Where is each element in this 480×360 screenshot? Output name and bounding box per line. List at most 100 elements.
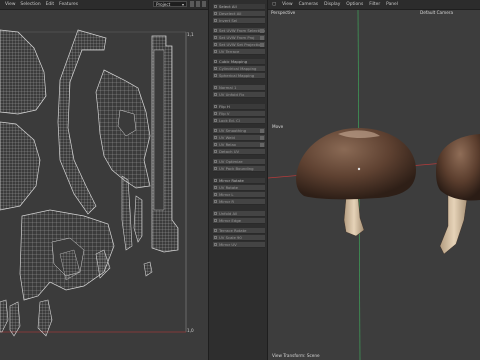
tool-row[interactable]: Set UVW Set Projection bbox=[213, 42, 265, 48]
viewport-3d[interactable]: Perspective Default Camera Move View Tra… bbox=[268, 10, 480, 360]
tool-row[interactable]: Unfold All bbox=[213, 211, 265, 217]
uv-corner-label-bottom: 1,0 bbox=[187, 328, 194, 333]
tool-row[interactable]: Flip H bbox=[213, 104, 265, 110]
grid-icon[interactable] bbox=[196, 1, 200, 7]
tool-row[interactable]: Select All bbox=[213, 4, 265, 10]
uv-island[interactable] bbox=[95, 69, 151, 189]
action-icon bbox=[260, 36, 264, 40]
tool-row[interactable]: Mirror Rotate bbox=[213, 178, 265, 184]
perspective-label: Perspective bbox=[271, 10, 296, 15]
checkbox-icon bbox=[214, 136, 217, 139]
tool-row[interactable]: Cylindrical Mapping bbox=[213, 66, 265, 72]
vp-menu-filter[interactable]: Filter bbox=[369, 2, 380, 7]
mushroom-model[interactable] bbox=[436, 134, 480, 255]
uv-island[interactable] bbox=[9, 301, 21, 337]
checkbox-icon bbox=[214, 179, 217, 182]
tool-row[interactable]: Mirror Edge bbox=[213, 218, 265, 224]
checkbox-icon bbox=[214, 236, 217, 239]
uv-mode-select[interactable]: Project ▾ bbox=[153, 1, 187, 7]
tool-row[interactable]: Normal 1 bbox=[213, 85, 265, 91]
tool-row[interactable]: UV Pack Bounding bbox=[213, 166, 265, 172]
uv-menu-features[interactable]: Features bbox=[59, 2, 78, 7]
tool-row[interactable]: UV Unfold Fix bbox=[213, 92, 265, 98]
uv-menu-view[interactable]: View bbox=[5, 2, 15, 7]
uv-island[interactable] bbox=[37, 299, 53, 337]
checkbox-icon bbox=[214, 219, 217, 222]
checkbox-icon bbox=[214, 19, 217, 22]
tool-row[interactable]: Flip V bbox=[213, 111, 265, 117]
viewport-menubar: ▢ View Cameras Display Options Filter Pa… bbox=[268, 0, 480, 10]
checkbox-icon bbox=[214, 29, 217, 32]
chevron-down-icon: ▾ bbox=[181, 2, 184, 7]
tool-row[interactable]: Detach UV bbox=[213, 149, 265, 155]
checkbox-icon bbox=[214, 243, 217, 246]
uv-island[interactable] bbox=[0, 121, 41, 211]
action-icon bbox=[260, 43, 264, 47]
tool-row[interactable]: Terrace Rotate bbox=[213, 228, 265, 234]
checkbox-icon bbox=[214, 43, 217, 46]
checkbox-icon bbox=[214, 36, 217, 39]
checkbox-icon bbox=[214, 150, 217, 153]
uv-island[interactable] bbox=[133, 195, 143, 243]
tool-row[interactable]: UV Terrace bbox=[213, 49, 265, 55]
checkbox-icon bbox=[214, 193, 217, 196]
uv-island[interactable] bbox=[121, 175, 133, 251]
tool-row[interactable]: Mirror UV bbox=[213, 242, 265, 248]
vp-menu-cameras[interactable]: Cameras bbox=[299, 2, 319, 7]
uv-island[interactable] bbox=[143, 261, 153, 277]
camera-label[interactable]: Default Camera bbox=[420, 10, 453, 15]
uv-layout-canvas bbox=[0, 29, 187, 337]
tool-row[interactable]: Cubic Mapping bbox=[213, 59, 265, 65]
tool-row[interactable]: Invert Sel bbox=[213, 18, 265, 24]
uv-island[interactable] bbox=[0, 299, 9, 333]
checkbox-icon bbox=[214, 129, 217, 132]
tool-row[interactable]: UV Weld bbox=[213, 135, 265, 141]
vp-menu-view[interactable]: View bbox=[282, 2, 292, 7]
status-text: View Transform: Scene bbox=[272, 353, 320, 358]
checkbox-icon bbox=[214, 212, 217, 215]
uv-toolbar bbox=[190, 1, 208, 8]
vp-menu-display[interactable]: Display bbox=[324, 2, 340, 7]
tool-row[interactable]: Set UVW From Selection bbox=[213, 28, 265, 34]
vp-menu-options[interactable]: Options bbox=[346, 2, 363, 7]
uv-editor-view[interactable]: 1,1 1,0 bbox=[0, 10, 208, 360]
uv-corner-label-top: 1,1 bbox=[187, 32, 194, 37]
checkbox-icon bbox=[214, 86, 217, 89]
vp-camera-icon[interactable]: ▢ bbox=[272, 2, 276, 7]
mushroom-model[interactable] bbox=[296, 128, 416, 237]
tool-row[interactable]: UV Scale 90 bbox=[213, 235, 265, 241]
uv-menu-selection[interactable]: Selection bbox=[20, 2, 40, 7]
checkbox-icon bbox=[214, 12, 217, 15]
tool-row[interactable]: UV Optimize bbox=[213, 159, 265, 165]
vp-menu-panel[interactable]: Panel bbox=[386, 2, 398, 7]
tool-row[interactable]: Set UVW From Proj bbox=[213, 35, 265, 41]
action-icon bbox=[260, 136, 264, 140]
uv-island[interactable] bbox=[151, 35, 179, 253]
tool-label: Move bbox=[272, 124, 284, 129]
tool-row[interactable]: UV Smoothing bbox=[213, 128, 265, 134]
checkbox-icon bbox=[214, 50, 217, 53]
action-icon bbox=[260, 129, 264, 133]
tool-row[interactable]: Lock Ed. Cl bbox=[213, 118, 265, 124]
tool-row[interactable]: Deselect All bbox=[213, 11, 265, 17]
checkbox-icon bbox=[214, 143, 217, 146]
tool-row[interactable]: Mirror R bbox=[213, 199, 265, 205]
checkbox-icon bbox=[214, 74, 217, 77]
lock-icon[interactable] bbox=[190, 1, 194, 7]
uv-menu-edit[interactable]: Edit bbox=[46, 2, 55, 7]
tool-row[interactable]: Spherical Mapping bbox=[213, 73, 265, 79]
move-gizmo[interactable] bbox=[357, 167, 361, 171]
tool-row[interactable]: UV Relax bbox=[213, 142, 265, 148]
checkbox-icon bbox=[214, 105, 217, 108]
uv-island[interactable] bbox=[0, 29, 47, 115]
checkbox-icon bbox=[214, 67, 217, 70]
checkbox-icon bbox=[214, 229, 217, 232]
settings-icon[interactable] bbox=[202, 1, 206, 7]
checkbox-icon bbox=[214, 200, 217, 203]
tool-row[interactable]: Mirror L bbox=[213, 192, 265, 198]
checkbox-icon bbox=[214, 60, 217, 63]
checkbox-icon bbox=[214, 160, 217, 163]
tool-row[interactable]: UV Rotate bbox=[213, 185, 265, 191]
action-icon bbox=[260, 29, 264, 33]
checkbox-icon bbox=[214, 186, 217, 189]
